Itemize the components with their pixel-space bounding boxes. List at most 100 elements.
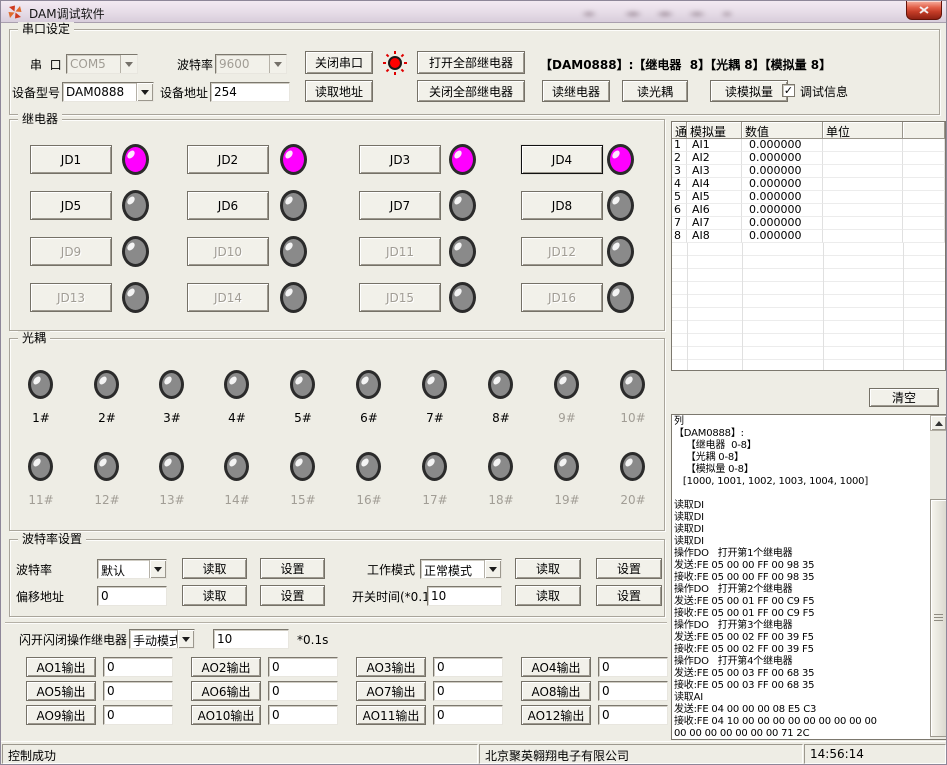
opto-label-3: 3# [157,411,187,425]
cell-unit [823,139,903,152]
offset-address-input[interactable] [97,586,167,606]
opto-led-3 [159,370,184,399]
device-model-select[interactable]: DAM0888 [62,82,154,102]
ao7-output-button[interactable]: AO7输出 [356,681,426,701]
log-line [674,488,945,500]
table-row[interactable]: 2 AI2 0.000000 [672,152,945,165]
relay-button-jd7[interactable]: JD7 [359,191,441,220]
col-header-value[interactable]: 数值 [742,122,823,139]
ao7-output-input[interactable] [433,681,503,701]
ao9-output-button[interactable]: AO9输出 [26,705,96,725]
cell-analog: AI5 [687,191,742,204]
ao12-output-button[interactable]: AO12输出 [521,705,591,725]
set-work-mode-button[interactable]: 设置 [596,558,662,579]
set-offset-button[interactable]: 设置 [260,585,325,606]
read-relays-button[interactable]: 读继电器 [542,80,610,102]
set-baud-button[interactable]: 设置 [260,558,325,579]
relay-button-jd8[interactable]: JD8 [521,191,603,220]
close-button[interactable] [906,1,942,20]
work-mode-select[interactable]: 正常模式 [420,559,502,579]
table-row[interactable]: 8 AI8 0.000000 [672,230,945,243]
col-header-channel[interactable]: 通 [672,122,687,139]
table-empty-rows [672,243,945,370]
col-header-analog[interactable]: 模拟量 [687,122,742,139]
table-row[interactable]: 1 AI1 0.000000 [672,139,945,152]
relay-button-jd6[interactable]: JD6 [187,191,269,220]
baud-select: 9600 [215,54,287,74]
ao8-output-input[interactable] [598,681,668,701]
log-line: 发送:FE 05 00 00 FF 00 98 35 [674,560,945,572]
read-work-mode-button[interactable]: 读取 [515,558,581,579]
relay-button-jd5[interactable]: JD5 [30,191,112,220]
cell-filler [903,230,945,243]
ao5-output-button[interactable]: AO5输出 [26,681,96,701]
ao3-output-input[interactable] [433,657,503,677]
read-baud-button[interactable]: 读取 [182,558,247,579]
cell-analog: AI3 [687,165,742,178]
title-bar: DAM调试软件 [1,1,946,23]
relay-button-jd4[interactable]: JD4 [521,145,603,174]
debug-info-checkbox[interactable]: ✓ [782,84,795,97]
ao9-output-input[interactable] [103,705,173,725]
cell-value: 0.000000 [742,204,823,217]
window-title: DAM调试软件 [29,5,105,22]
relay-button-jd11: JD11 [359,237,441,266]
table-row[interactable]: 3 AI3 0.000000 [672,165,945,178]
read-opto-button[interactable]: 读光耦 [622,80,688,102]
table-row[interactable]: 7 AI7 0.000000 [672,217,945,230]
ao4-output-button[interactable]: AO4输出 [521,657,591,677]
relay-button-jd2[interactable]: JD2 [187,145,269,174]
table-row[interactable]: 4 AI4 0.000000 [672,178,945,191]
clear-log-button[interactable]: 清空 [869,388,939,407]
relay-button-jd3[interactable]: JD3 [359,145,441,174]
cell-analog: AI4 [687,178,742,191]
relay-button-jd1[interactable]: JD1 [30,145,112,174]
log-scrollbar[interactable] [930,415,947,739]
col-header-unit[interactable]: 单位 [823,122,903,139]
ao8-output-button[interactable]: AO8输出 [521,681,591,701]
scroll-thumb[interactable] [930,499,947,737]
ao5-output-input[interactable] [103,681,173,701]
port-open-led-icon [382,50,408,76]
device-address-input[interactable] [210,82,290,102]
read-switch-time-button[interactable]: 读取 [515,585,581,606]
ao12-output-input[interactable] [598,705,668,725]
ao4-output-input[interactable] [598,657,668,677]
ao10-output-input[interactable] [268,705,338,725]
open-all-relays-button[interactable]: 打开全部继电器 [417,51,525,74]
ao1-output-button[interactable]: AO1输出 [26,657,96,677]
ao6-output-input[interactable] [268,681,338,701]
cell-channel: 5 [672,191,687,204]
log-line: 操作DO 打开第3个继电器 [674,620,945,632]
cell-value: 0.000000 [742,139,823,152]
read-offset-button[interactable]: 读取 [182,585,247,606]
set-switch-time-button[interactable]: 设置 [596,585,662,606]
ao2-output-input[interactable] [268,657,338,677]
ao2-output-button[interactable]: AO2输出 [191,657,261,677]
ao10-output-button[interactable]: AO10输出 [191,705,261,725]
cell-channel: 1 [672,139,687,152]
close-port-button[interactable]: 关闭串口 [305,51,373,74]
close-all-relays-button[interactable]: 关闭全部继电器 [417,80,525,102]
switch-time-input[interactable] [427,586,502,606]
baud-rate-select[interactable]: 默认 [97,559,167,579]
flash-time-input[interactable] [213,629,289,649]
ao1-output-input[interactable] [103,657,173,677]
read-address-button[interactable]: 读取地址 [305,80,373,102]
ao11-output-button[interactable]: AO11输出 [356,705,426,725]
log-line: 00 00 00 00 00 00 00 71 2C [674,728,945,740]
scroll-up-button[interactable] [930,415,947,431]
flash-mode-select[interactable]: 手动模式 [129,629,195,649]
table-row[interactable]: 5 AI5 0.000000 [672,191,945,204]
opto-led-1 [28,370,53,399]
ao6-output-button[interactable]: AO6输出 [191,681,261,701]
read-analog-button[interactable]: 读模拟量 [710,80,788,102]
cell-channel: 7 [672,217,687,230]
chevron-down-icon [269,55,286,73]
relay-led-6 [280,190,307,221]
separator [5,622,667,624]
ao3-output-button[interactable]: AO3输出 [356,657,426,677]
ao11-output-input[interactable] [433,705,503,725]
table-row[interactable]: 6 AI6 0.000000 [672,204,945,217]
log-output[interactable]: 列 【DAM0888】: 【继电器 0-8】 【光耦 0-8】 【模拟量 0-8… [671,414,947,740]
